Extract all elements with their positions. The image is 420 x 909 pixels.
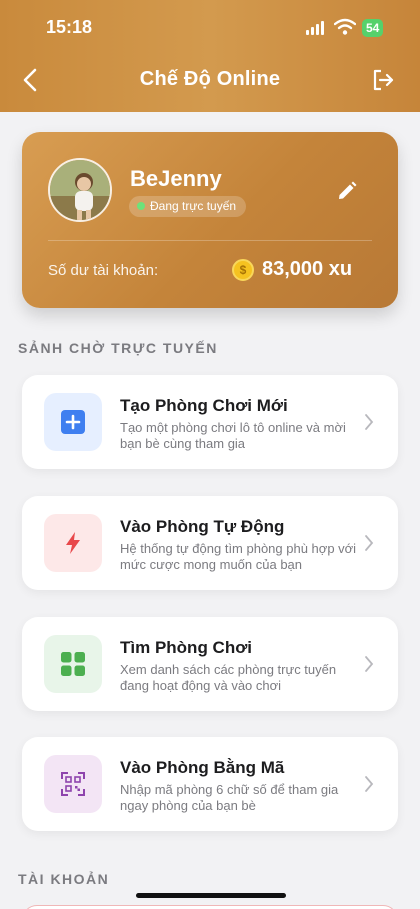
profile-card: BeJenny Đang trực tuyến Số dư tài khoản:… xyxy=(22,132,398,308)
coin-icon: $ xyxy=(232,259,254,281)
logout-icon[interactable] xyxy=(372,69,394,91)
balance-value: 83,000 xu xyxy=(262,258,353,280)
section-title-account: TÀI KHOẢN xyxy=(18,871,110,887)
card-title: Tạo Phòng Chơi Mới xyxy=(120,396,288,415)
auto-join-card[interactable]: Vào Phòng Tự Động Hệ thống tự động tìm p… xyxy=(22,496,398,590)
card-title: Vào Phòng Tự Động xyxy=(120,517,285,536)
join-by-code-icon-box xyxy=(44,755,102,813)
chevron-right-icon xyxy=(365,776,374,792)
home-indicator xyxy=(136,893,286,898)
create-room-icon-box xyxy=(44,393,102,451)
grid-icon xyxy=(61,652,85,676)
card-description: Hệ thống tự động tìm phòng phù hợp với m… xyxy=(120,541,357,572)
account-card-partial[interactable] xyxy=(22,905,398,909)
qr-code-icon xyxy=(61,772,85,796)
chevron-right-icon xyxy=(365,414,374,430)
online-status-label: Đang trực tuyến xyxy=(150,199,237,213)
signal-icon xyxy=(306,21,328,35)
auto-join-icon-box xyxy=(44,514,102,572)
page-title: Chế Độ Online xyxy=(139,68,281,90)
card-title: Tìm Phòng Chơi xyxy=(120,638,253,657)
join-by-code-card[interactable]: Vào Phòng Bằng Mã Nhập mã phòng 6 chữ số… xyxy=(22,737,398,831)
divider xyxy=(48,240,372,241)
edit-pencil-icon[interactable] xyxy=(336,180,358,202)
chevron-right-icon xyxy=(365,535,374,551)
online-status-badge: Đang trực tuyến xyxy=(129,196,247,217)
status-time: 15:18 xyxy=(46,17,93,37)
chevron-right-icon xyxy=(365,656,374,672)
plus-icon xyxy=(61,410,85,434)
app-header: 15:18 54 Chế Độ Online xyxy=(0,0,420,112)
card-description: Xem danh sách các phòng trực tuyến đang … xyxy=(120,662,337,693)
create-room-card[interactable]: Tạo Phòng Chơi Mới Tạo một phòng chơi lô… xyxy=(22,375,398,469)
wifi-icon xyxy=(334,18,356,35)
section-title-lobby: SẢNH CHỜ TRỰC TUYẾN xyxy=(18,340,218,356)
avatar[interactable] xyxy=(48,158,112,222)
card-description: Tạo một phòng chơi lô tô online và mời b… xyxy=(120,420,346,451)
find-room-card[interactable]: Tìm Phòng Chơi Xem danh sách các phòng t… xyxy=(22,617,398,711)
status-bar: 15:18 54 xyxy=(0,16,420,40)
battery-icon: 54 xyxy=(362,19,384,37)
card-title: Vào Phòng Bằng Mã xyxy=(120,758,285,777)
online-dot-icon xyxy=(137,202,145,210)
card-description: Nhập mã phòng 6 chữ số để tham gia ngay … xyxy=(120,782,339,813)
balance-label: Số dư tài khoản: xyxy=(48,262,159,279)
username: BeJenny xyxy=(130,166,222,191)
find-room-icon-box xyxy=(44,635,102,693)
lightning-icon xyxy=(66,532,80,554)
